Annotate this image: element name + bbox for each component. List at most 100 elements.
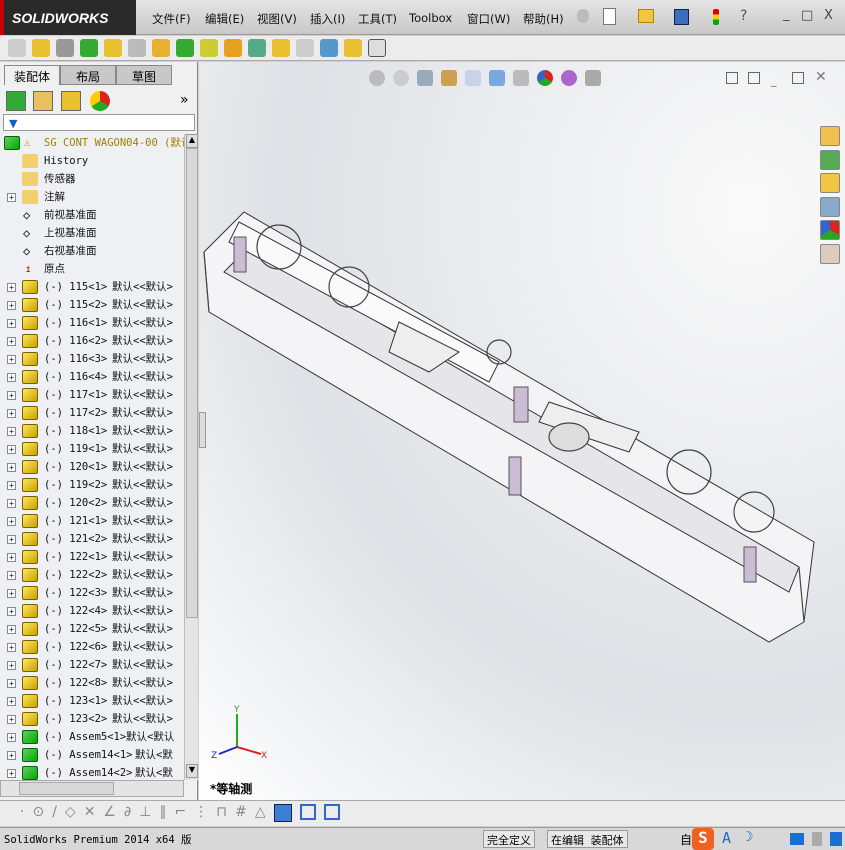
expand-toggle[interactable]: + bbox=[7, 607, 16, 616]
clearance-verification-icon[interactable] bbox=[344, 39, 362, 57]
point-icon[interactable]: · bbox=[20, 804, 24, 822]
expand-toggle[interactable]: + bbox=[7, 499, 16, 508]
ime-skin-icon[interactable] bbox=[830, 832, 842, 846]
smart-fasteners-icon[interactable] bbox=[104, 39, 122, 57]
tangent-icon[interactable]: ∂ bbox=[124, 804, 131, 822]
expand-toggle[interactable]: + bbox=[7, 751, 16, 760]
expand-toggle[interactable]: + bbox=[7, 445, 16, 454]
component-row[interactable]: + (-) 123<2> 默认<<默认> bbox=[0, 710, 184, 728]
component-row[interactable]: + (-) 122<1> 默认<<默认> bbox=[0, 548, 184, 566]
component-row[interactable]: + (-) 122<3> 默认<<默认> bbox=[0, 584, 184, 602]
taskpane-home-icon[interactable] bbox=[820, 126, 840, 146]
expand-toggle[interactable]: + bbox=[7, 427, 16, 436]
rebuild-traffic-light-icon[interactable] bbox=[713, 9, 719, 25]
component-row[interactable]: + (-) Assem14<1> 默认<默 bbox=[0, 746, 184, 764]
taskpane-view-palette-icon[interactable] bbox=[820, 197, 840, 217]
ime-moon-icon[interactable]: ☽ bbox=[745, 829, 753, 845]
tree-vertical-scrollbar[interactable]: ▲ ▼ bbox=[184, 134, 198, 780]
menu-window[interactable]: 窗口(W) bbox=[467, 11, 510, 27]
filter-input[interactable]: ▼ bbox=[3, 114, 195, 131]
expand-toggle[interactable]: + bbox=[7, 283, 16, 292]
expand-toggle[interactable]: + bbox=[7, 679, 16, 688]
expand-panel-button[interactable]: » bbox=[180, 92, 189, 108]
component-row[interactable]: + (-) 119<2> 默认<<默认> bbox=[0, 476, 184, 494]
show-hidden-icon[interactable] bbox=[152, 39, 170, 57]
component-row[interactable]: + (-) 116<1> 默认<<默认> bbox=[0, 314, 184, 332]
expand-toggle[interactable]: + bbox=[7, 733, 16, 742]
feature-manager-icon[interactable] bbox=[6, 91, 26, 111]
move-component-icon[interactable] bbox=[128, 39, 146, 57]
component-row[interactable]: + (-) 122<7> 默认<<默认> bbox=[0, 656, 184, 674]
polygon-icon[interactable]: ◇ bbox=[65, 804, 76, 822]
help-icon[interactable]: ? bbox=[740, 8, 747, 24]
bill-of-materials-icon[interactable] bbox=[248, 39, 266, 57]
taskpane-design-library-icon[interactable] bbox=[820, 150, 840, 170]
grid-icon[interactable]: # bbox=[235, 804, 247, 822]
new-document-icon[interactable] bbox=[603, 8, 616, 25]
component-row[interactable]: + (-) 118<1> 默认<<默认> bbox=[0, 422, 184, 440]
menu-edit[interactable]: 编辑(E) bbox=[205, 11, 244, 27]
component-row[interactable]: + (-) 121<2> 默认<<默认> bbox=[0, 530, 184, 548]
line-icon[interactable]: / bbox=[52, 804, 57, 822]
reference-geometry-icon[interactable] bbox=[200, 39, 218, 57]
minimize-button[interactable]: _ bbox=[783, 7, 790, 22]
expand-toggle[interactable]: + bbox=[7, 355, 16, 364]
taskpane-appearances-icon[interactable] bbox=[820, 220, 840, 240]
triangle-icon[interactable]: △ bbox=[255, 804, 266, 822]
taskpane-file-explorer-icon[interactable] bbox=[820, 173, 840, 193]
save-icon[interactable] bbox=[674, 9, 689, 25]
menu-tools[interactable]: 工具(T) bbox=[358, 11, 397, 27]
interference-detection-icon[interactable] bbox=[320, 39, 338, 57]
component-row[interactable]: + (-) 115<1> 默认<<默认> bbox=[0, 278, 184, 296]
assembly-features-icon[interactable] bbox=[176, 39, 194, 57]
graphics-area[interactable]: _ ✕ Y X Z *等轴测 bbox=[199, 62, 845, 800]
edit-component-icon[interactable] bbox=[8, 39, 26, 57]
configuration-manager-icon[interactable] bbox=[61, 91, 81, 111]
pushpin-icon[interactable] bbox=[577, 9, 589, 23]
taskpane-custom-properties-icon[interactable] bbox=[820, 244, 840, 264]
expand-toggle[interactable]: + bbox=[7, 625, 16, 634]
component-row[interactable]: + (-) 116<2> 默认<<默认> bbox=[0, 332, 184, 350]
hscroll-thumb[interactable] bbox=[19, 782, 114, 795]
component-row[interactable]: + (-) 116<3> 默认<<默认> bbox=[0, 350, 184, 368]
expand-toggle[interactable]: + bbox=[7, 481, 16, 490]
parallel-icon[interactable]: ∥ bbox=[159, 804, 166, 822]
linear-pattern-icon[interactable] bbox=[80, 39, 98, 57]
tree-item[interactable]: 传感器 bbox=[0, 170, 184, 188]
dimension-icon[interactable]: ⊓ bbox=[216, 804, 227, 822]
display-manager-icon[interactable] bbox=[90, 91, 110, 111]
expand-toggle[interactable]: + bbox=[7, 589, 16, 598]
midpoint-icon[interactable]: ⋮ bbox=[194, 804, 208, 822]
instant3d-icon[interactable] bbox=[368, 39, 386, 57]
tab-sketch[interactable]: 草图 bbox=[116, 65, 172, 85]
tree-item[interactable]: ◇ 上视基准面 bbox=[0, 224, 184, 242]
sogou-ime-icon[interactable]: S bbox=[692, 828, 714, 850]
panel-collapse-handle[interactable] bbox=[199, 412, 206, 448]
expand-toggle[interactable]: + bbox=[7, 715, 16, 724]
component-row[interactable]: + (-) 122<2> 默认<<默认> bbox=[0, 566, 184, 584]
insert-component-icon[interactable] bbox=[32, 39, 50, 57]
component-row[interactable]: + (-) 119<1> 默认<<默认> bbox=[0, 440, 184, 458]
angle-icon[interactable]: ∠ bbox=[103, 804, 116, 822]
new-motion-study-icon[interactable] bbox=[224, 39, 242, 57]
trim-icon[interactable]: ✕ bbox=[84, 804, 96, 822]
tab-layout[interactable]: 布局 bbox=[60, 65, 116, 85]
isometric-view-icon[interactable] bbox=[273, 804, 292, 822]
expand-toggle[interactable]: + bbox=[7, 463, 16, 472]
corner-icon[interactable]: ⌐ bbox=[174, 804, 186, 822]
wagon-model-3d[interactable] bbox=[199, 62, 845, 800]
single-view-icon[interactable] bbox=[299, 804, 316, 820]
expand-toggle[interactable]: + bbox=[7, 697, 16, 706]
expand-toggle[interactable]: + bbox=[7, 535, 16, 544]
four-view-icon[interactable] bbox=[323, 804, 340, 820]
menu-file[interactable]: 文件(F) bbox=[152, 11, 191, 27]
expand-toggle[interactable]: + bbox=[7, 337, 16, 346]
tree-root[interactable]: ⚠ SG CONT WAGON04-00 (默认 bbox=[0, 134, 184, 152]
tree-item[interactable]: ◇ 前视基准面 bbox=[0, 206, 184, 224]
tree-horizontal-scrollbar[interactable] bbox=[0, 780, 184, 797]
menu-insert[interactable]: 插入(I) bbox=[310, 11, 345, 27]
close-button[interactable]: X bbox=[824, 8, 833, 23]
expand-toggle[interactable]: + bbox=[7, 193, 16, 202]
scroll-thumb[interactable] bbox=[186, 148, 198, 618]
component-row[interactable]: + (-) 121<1> 默认<<默认> bbox=[0, 512, 184, 530]
